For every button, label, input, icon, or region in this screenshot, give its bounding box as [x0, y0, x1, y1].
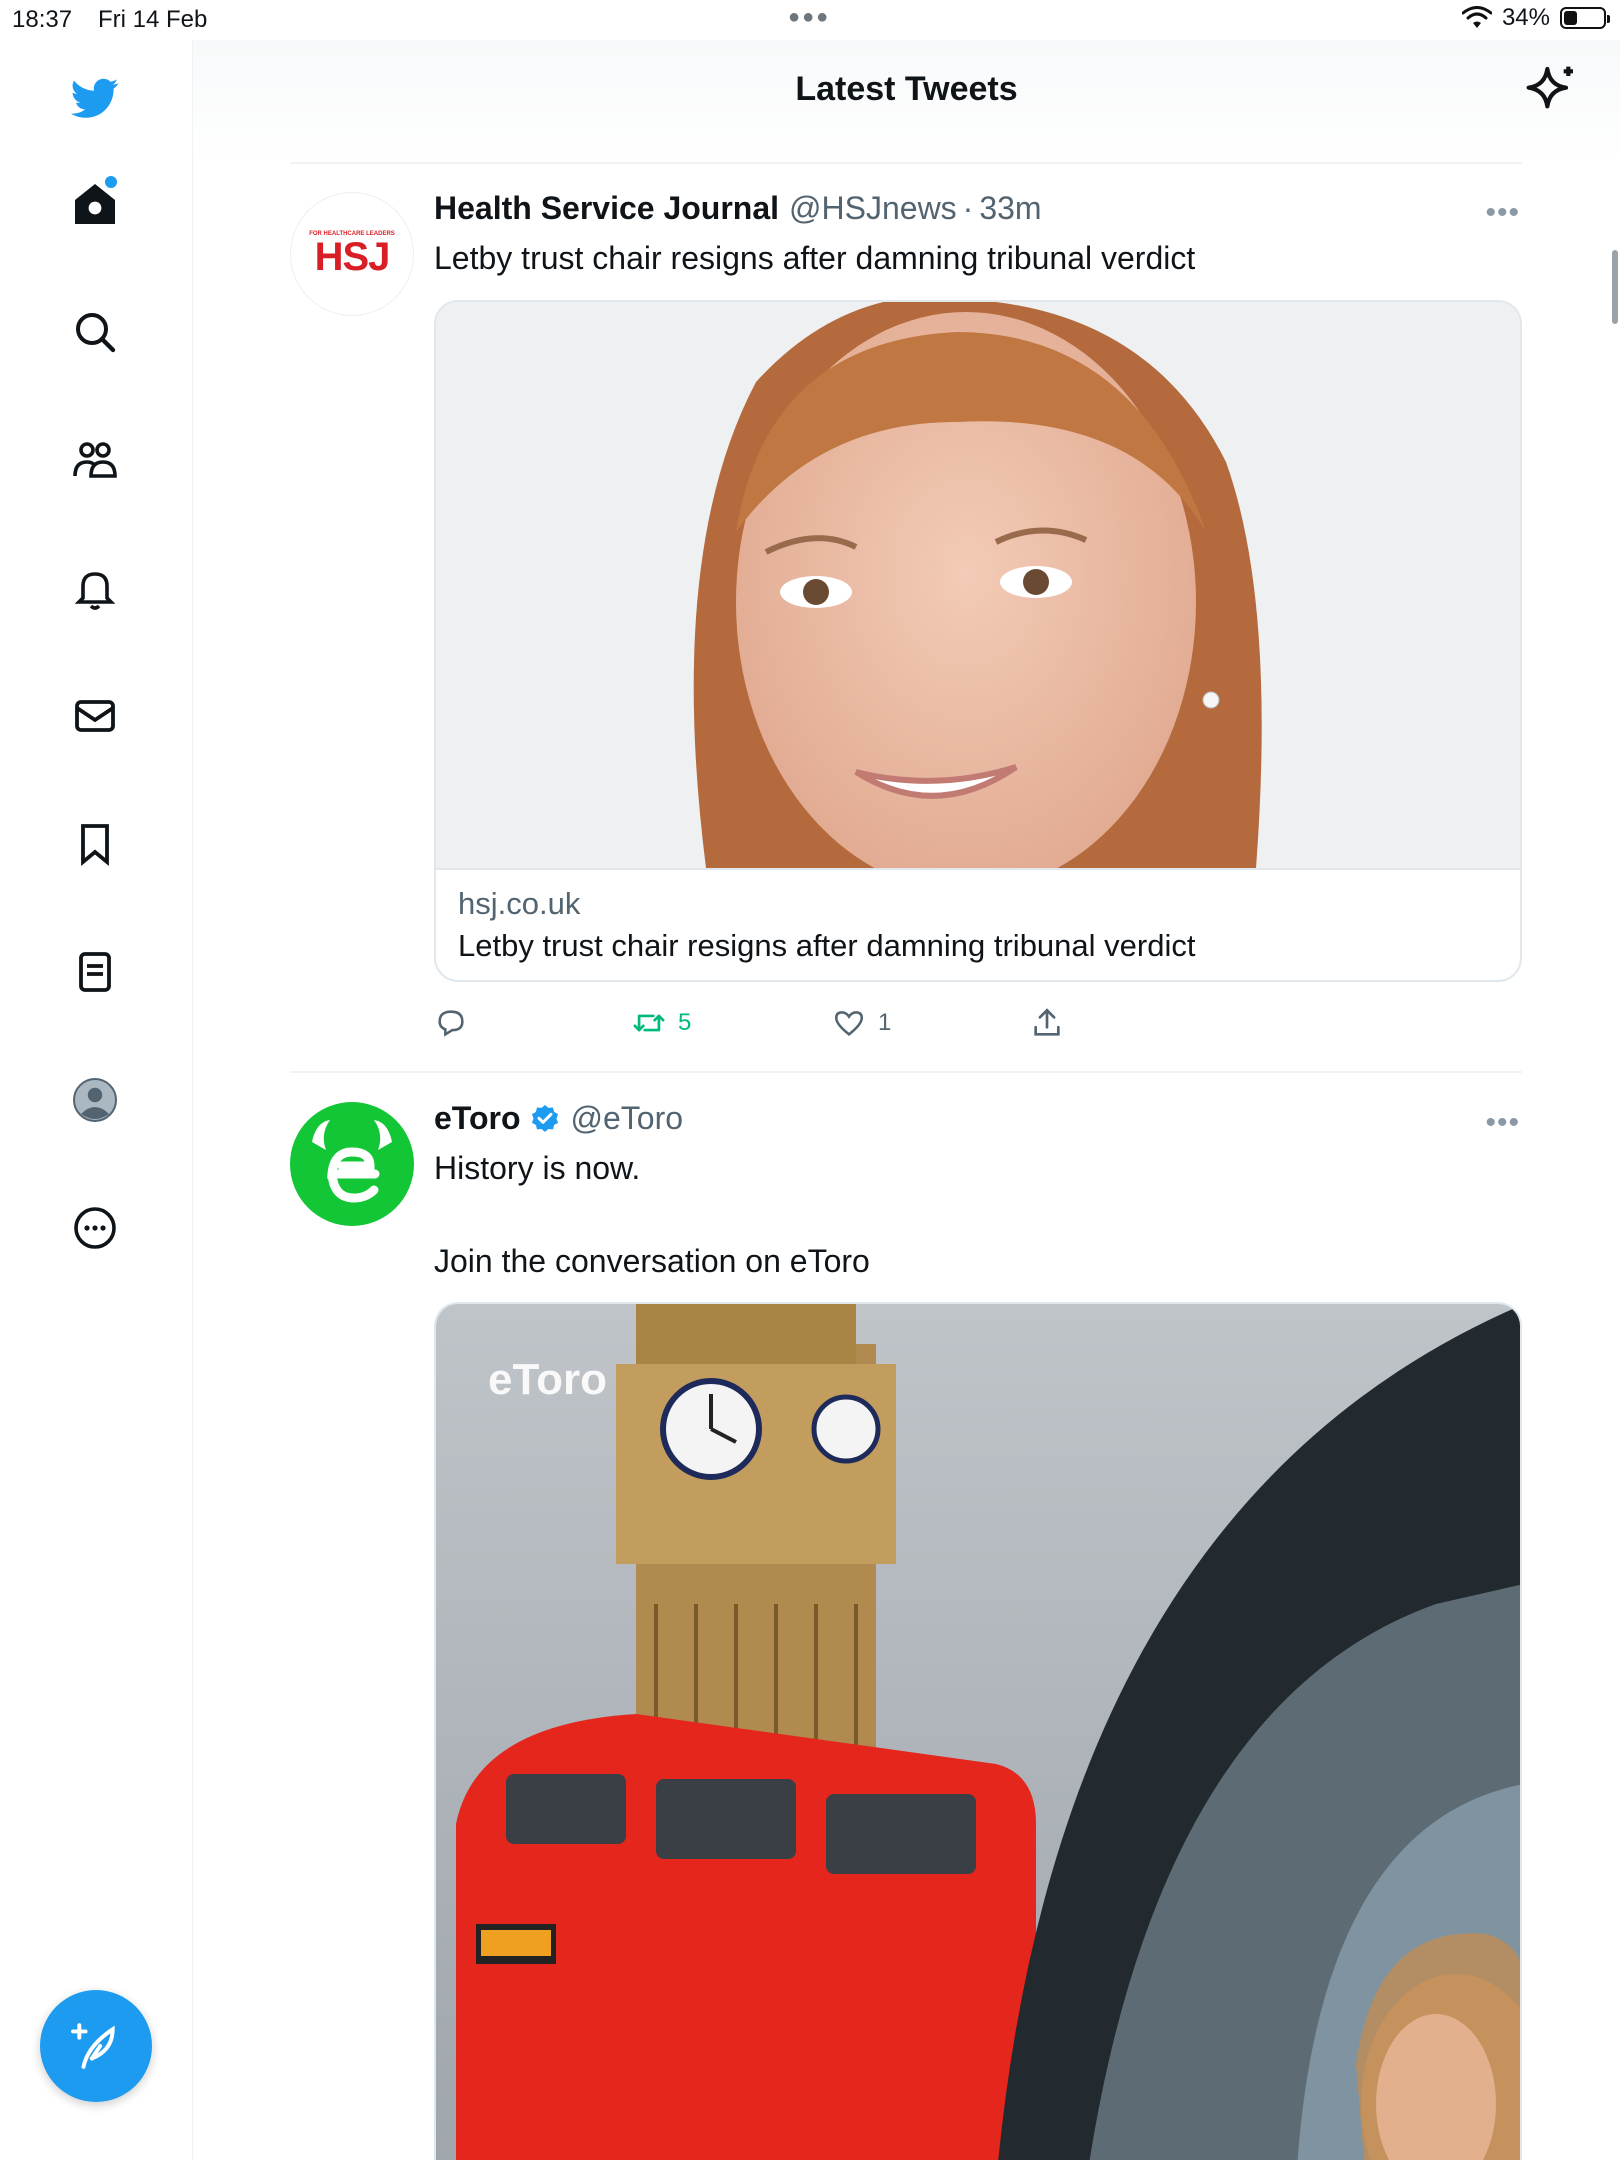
hsj-logo-text: HSJ: [314, 235, 391, 279]
etoro-watermark: eToro: [488, 1355, 607, 1404]
card-meta: hsj.co.uk Letby trust chair resigns afte…: [436, 868, 1520, 980]
battery-percent: 34%: [1501, 4, 1550, 31]
author-handle[interactable]: @HSJnews: [789, 190, 957, 227]
profile-avatar-icon[interactable]: [63, 1068, 127, 1132]
home-icon[interactable]: [63, 172, 127, 236]
etoro-avatar[interactable]: [290, 1102, 414, 1226]
author-name[interactable]: Health Service Journal: [434, 190, 779, 227]
tweet-actions: 5 1: [434, 1006, 1522, 1046]
status-date: Fri 14 Feb: [98, 6, 208, 33]
status-right: 34%: [1461, 4, 1610, 32]
tweet-divider: [290, 1071, 1522, 1073]
tweet-text: Letby trust chair resigns after damning …: [434, 240, 1196, 276]
status-time: 18:37: [12, 6, 73, 33]
tweet-text-line-2: Join the conversation on eToro: [434, 1243, 870, 1279]
like-count: 1: [878, 1009, 892, 1036]
card-domain: hsj.co.uk: [458, 886, 581, 921]
notifications-icon[interactable]: [63, 556, 127, 620]
timeline-header: Latest Tweets: [193, 40, 1620, 162]
portrait-photo: [436, 302, 1520, 868]
tweet-time[interactable]: 33m: [979, 190, 1041, 227]
tweet-more-icon[interactable]: •••: [1485, 1106, 1520, 1140]
link-card[interactable]: hsj.co.uk Letby trust chair resigns afte…: [434, 300, 1522, 982]
multitasking-dots[interactable]: ●●●: [788, 6, 830, 29]
tweet-header: Health Service Journal @HSJnews · 33m: [434, 190, 1042, 227]
search-icon[interactable]: [63, 300, 127, 364]
communities-icon[interactable]: [63, 428, 127, 492]
share-icon: [1034, 1008, 1060, 1036]
tweet-media[interactable]: eToro: [434, 1302, 1522, 2160]
heart-icon: [834, 1011, 864, 1036]
bookmarks-icon[interactable]: [63, 812, 127, 876]
card-title: Letby trust chair resigns after damning …: [458, 928, 1196, 963]
retweet-button[interactable]: 5: [632, 1006, 691, 1040]
compose-tweet-button[interactable]: [40, 1990, 152, 2102]
sidebar: [0, 40, 193, 2160]
tweet-text-line-1: History is now.: [434, 1150, 641, 1186]
etoro-logo-icon: [312, 1120, 392, 1203]
unread-dot: [105, 176, 117, 188]
share-button[interactable]: [1030, 1006, 1064, 1040]
tweet-more-icon[interactable]: •••: [1485, 196, 1520, 230]
author-name[interactable]: eToro: [434, 1100, 521, 1137]
scrollbar-thumb[interactable]: [1612, 250, 1618, 324]
separator-dot: ·: [962, 190, 974, 226]
wifi-icon: [1461, 6, 1492, 28]
card-image: [436, 302, 1520, 868]
verified-badge-icon: [531, 1104, 558, 1132]
twitter-logo-icon[interactable]: [63, 66, 127, 130]
retweet-icon: [633, 1014, 665, 1032]
reply-icon: [438, 1010, 464, 1037]
retweet-count: 5: [678, 1009, 692, 1036]
lists-icon[interactable]: [63, 940, 127, 1004]
london-photo: eToro: [436, 1304, 1520, 2160]
like-button[interactable]: 1: [832, 1006, 891, 1040]
battery-fill: [1564, 11, 1577, 25]
sparkle-icon[interactable]: [1524, 62, 1580, 118]
status-bar: 18:37 Fri 14 Feb ●●● 34%: [0, 0, 1620, 40]
page-title: Latest Tweets: [795, 70, 1018, 108]
messages-icon[interactable]: [63, 684, 127, 748]
tweet-header: eToro @eToro: [434, 1100, 683, 1137]
hsj-avatar[interactable]: FOR HEALTHCARE LEADERS HSJ: [290, 192, 414, 316]
header-divider: [290, 162, 1522, 164]
author-handle[interactable]: @eToro: [571, 1100, 684, 1137]
reply-button[interactable]: [434, 1006, 468, 1040]
battery-icon: [1560, 7, 1610, 29]
more-options-icon[interactable]: [63, 1196, 127, 1260]
